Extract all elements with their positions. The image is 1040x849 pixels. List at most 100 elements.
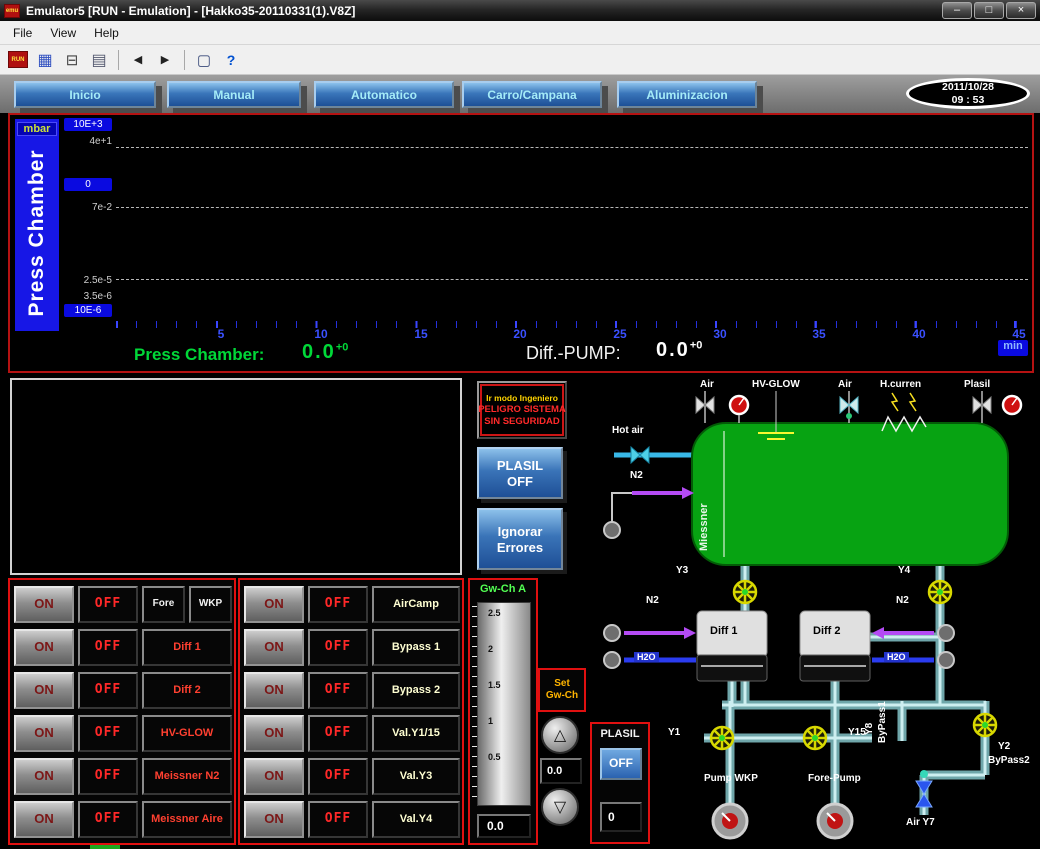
step-back-icon[interactable]: ◀ — [126, 48, 150, 72]
plasil-off-button[interactable]: PLASIL OFF — [477, 447, 563, 499]
x-tick-label: 35 — [799, 327, 839, 341]
val-y3-off-button[interactable]: OFF — [308, 758, 368, 795]
gauge-scale-label: 2 — [488, 644, 512, 654]
y-axis-strip: mbar Press Chamber — [15, 119, 59, 331]
aircamp-switch-label: AirCamp — [372, 586, 460, 623]
diff2-on-button[interactable]: ON — [14, 672, 74, 709]
diff1-on-button[interactable]: ON — [14, 629, 74, 666]
monitor-icon[interactable]: ▢ — [192, 48, 216, 72]
increment-button[interactable]: △ — [541, 716, 579, 754]
run-icon-glyph: RUN — [8, 51, 28, 68]
bypass2-on-button[interactable]: ON — [244, 672, 304, 709]
switch-row: ON OFF Meissner N2 — [10, 758, 234, 795]
plasil-label: Plasil — [964, 379, 990, 390]
tab-carro-campana[interactable]: Carro/Campana — [462, 81, 602, 108]
x-tick-label: 5 — [201, 327, 241, 341]
plasil-off-line1: PLASIL — [479, 458, 561, 473]
engineer-mode-button[interactable]: Ir modo Ingeniero PELIGRO SISTEMA SIN SE… — [477, 381, 567, 439]
toolbar: RUN ▦ ⊟ ▤ ◀ ▶ ▢ ? — [0, 45, 1040, 75]
diff2-switch-label: Diff 2 — [142, 672, 232, 709]
gauge-title: Gw-Ch A — [470, 583, 536, 595]
decrement-button[interactable]: ▽ — [541, 788, 579, 826]
menu-file[interactable]: File — [4, 23, 41, 43]
menu-view[interactable]: View — [41, 23, 85, 43]
n2-right-label: N2 — [896, 595, 909, 606]
switch-row: ON OFF AirCamp — [240, 586, 462, 623]
hv-glow-label: HV-GLOW — [752, 379, 800, 390]
aircamp-off-button[interactable]: OFF — [308, 586, 368, 623]
step-forward-icon[interactable]: ▶ — [153, 48, 177, 72]
y-tick-boxed: 10E-6 — [64, 304, 112, 317]
help-icon[interactable]: ? — [219, 48, 243, 72]
hv-glow-on-button[interactable]: ON — [14, 715, 74, 752]
ignore-errors-button[interactable]: Ignorar Errores — [477, 508, 563, 570]
diff1-off-button[interactable]: OFF — [78, 629, 138, 666]
meissner-aire-off-button[interactable]: OFF — [78, 801, 138, 838]
val-y1-15-on-button[interactable]: ON — [244, 715, 304, 752]
run-icon[interactable]: RUN — [6, 48, 30, 72]
val-y4-off-button[interactable]: OFF — [308, 801, 368, 838]
window-title: Emulator5 [RUN - Emulation] - [Hakko35-2… — [26, 4, 940, 18]
plot-area — [116, 119, 1028, 321]
gridline — [116, 279, 1028, 280]
tab-aluminizacion[interactable]: Aluminizacion — [617, 81, 757, 108]
fore-wkp-on-button[interactable]: ON — [14, 586, 74, 623]
hv-glow-switch-label: HV-GLOW — [142, 715, 232, 752]
gauge-scale-label: 1 — [488, 716, 512, 726]
meissner-aire-switch-label: Meissner Aire — [142, 801, 232, 838]
wkp-select-button[interactable]: WKP — [189, 586, 232, 623]
fore-wkp-off-button[interactable]: OFF — [78, 586, 138, 623]
val-y3-on-button[interactable]: ON — [244, 758, 304, 795]
tab-inicio[interactable]: Inicio — [14, 81, 156, 108]
bypass1-on-button[interactable]: ON — [244, 629, 304, 666]
y-tick-label: 2.5e-5 — [62, 275, 112, 286]
press-value: 0.0 — [302, 341, 336, 363]
switch-panel-a: ON OFF Fore WKP ON OFF Diff 1 ON OFF Dif… — [8, 578, 236, 845]
app-window: emu Emulator5 [RUN - Emulation] - [Hakko… — [0, 0, 1040, 849]
gauge-scale-label: 0.5 — [488, 752, 512, 762]
datetime-display: 2011/10/28 09 : 53 — [906, 78, 1030, 109]
screens-icon[interactable]: ⊟ — [60, 48, 84, 72]
x-tick-label: 30 — [700, 327, 740, 341]
tab-automatico[interactable]: Automatico — [314, 81, 454, 108]
title-bar[interactable]: emu Emulator5 [RUN - Emulation] - [Hakko… — [0, 0, 1040, 21]
toolbar-separator — [118, 50, 119, 70]
maximize-button[interactable]: □ — [974, 2, 1004, 19]
bypass1-switch-label: Bypass 1 — [372, 629, 460, 666]
press-exponent: +0 — [336, 341, 349, 353]
switch-row: ON OFF Val.Y4 — [240, 801, 462, 838]
y-tick-boxed: 10E+3 — [64, 118, 112, 131]
val-y1-15-off-button[interactable]: OFF — [308, 715, 368, 752]
gridline — [116, 207, 1028, 208]
fore-select-button[interactable]: Fore — [142, 586, 185, 623]
bypass1-label: ByPass1 — [877, 687, 888, 743]
bypass2-off-button[interactable]: OFF — [308, 672, 368, 709]
diff2-off-button[interactable]: OFF — [78, 672, 138, 709]
switch-row: ON OFF Meissner Aire — [10, 801, 234, 838]
h2o-right-label: H2O — [884, 652, 909, 662]
print-icon[interactable]: ▤ — [87, 48, 111, 72]
meissner-n2-switch-label: Meissner N2 — [142, 758, 232, 795]
meissner-n2-off-button[interactable]: OFF — [78, 758, 138, 795]
close-button[interactable]: × — [1006, 2, 1036, 19]
val-y4-on-button[interactable]: ON — [244, 801, 304, 838]
minimize-button[interactable]: – — [942, 2, 972, 19]
bypass1-off-button[interactable]: OFF — [308, 629, 368, 666]
diff-pump-readout-label: Diff.-PUMP: — [526, 343, 621, 364]
meissner-aire-on-button[interactable]: ON — [14, 801, 74, 838]
x-unit-label: min — [998, 340, 1028, 356]
app-icon: emu — [4, 4, 20, 18]
x-tick-label: 45 — [999, 327, 1039, 341]
hv-glow-off-button[interactable]: OFF — [78, 715, 138, 752]
tab-bar: Inicio Manual Automatico Carro/Campana A… — [0, 75, 1040, 113]
switch-row: ON OFF Val.Y1/15 — [240, 715, 462, 752]
switch-panel-b: ON OFF AirCamp ON OFF Bypass 1 ON OFF By… — [238, 578, 464, 845]
menu-help[interactable]: Help — [85, 23, 128, 43]
meissner-n2-on-button[interactable]: ON — [14, 758, 74, 795]
switch-row: ON OFF Bypass 2 — [240, 672, 462, 709]
tab-manual[interactable]: Manual — [167, 81, 301, 108]
table-icon[interactable]: ▦ — [33, 48, 57, 72]
plasil-panel-off-button[interactable]: OFF — [600, 748, 642, 780]
aircamp-on-button[interactable]: ON — [244, 586, 304, 623]
x-tick-label: 15 — [401, 327, 441, 341]
